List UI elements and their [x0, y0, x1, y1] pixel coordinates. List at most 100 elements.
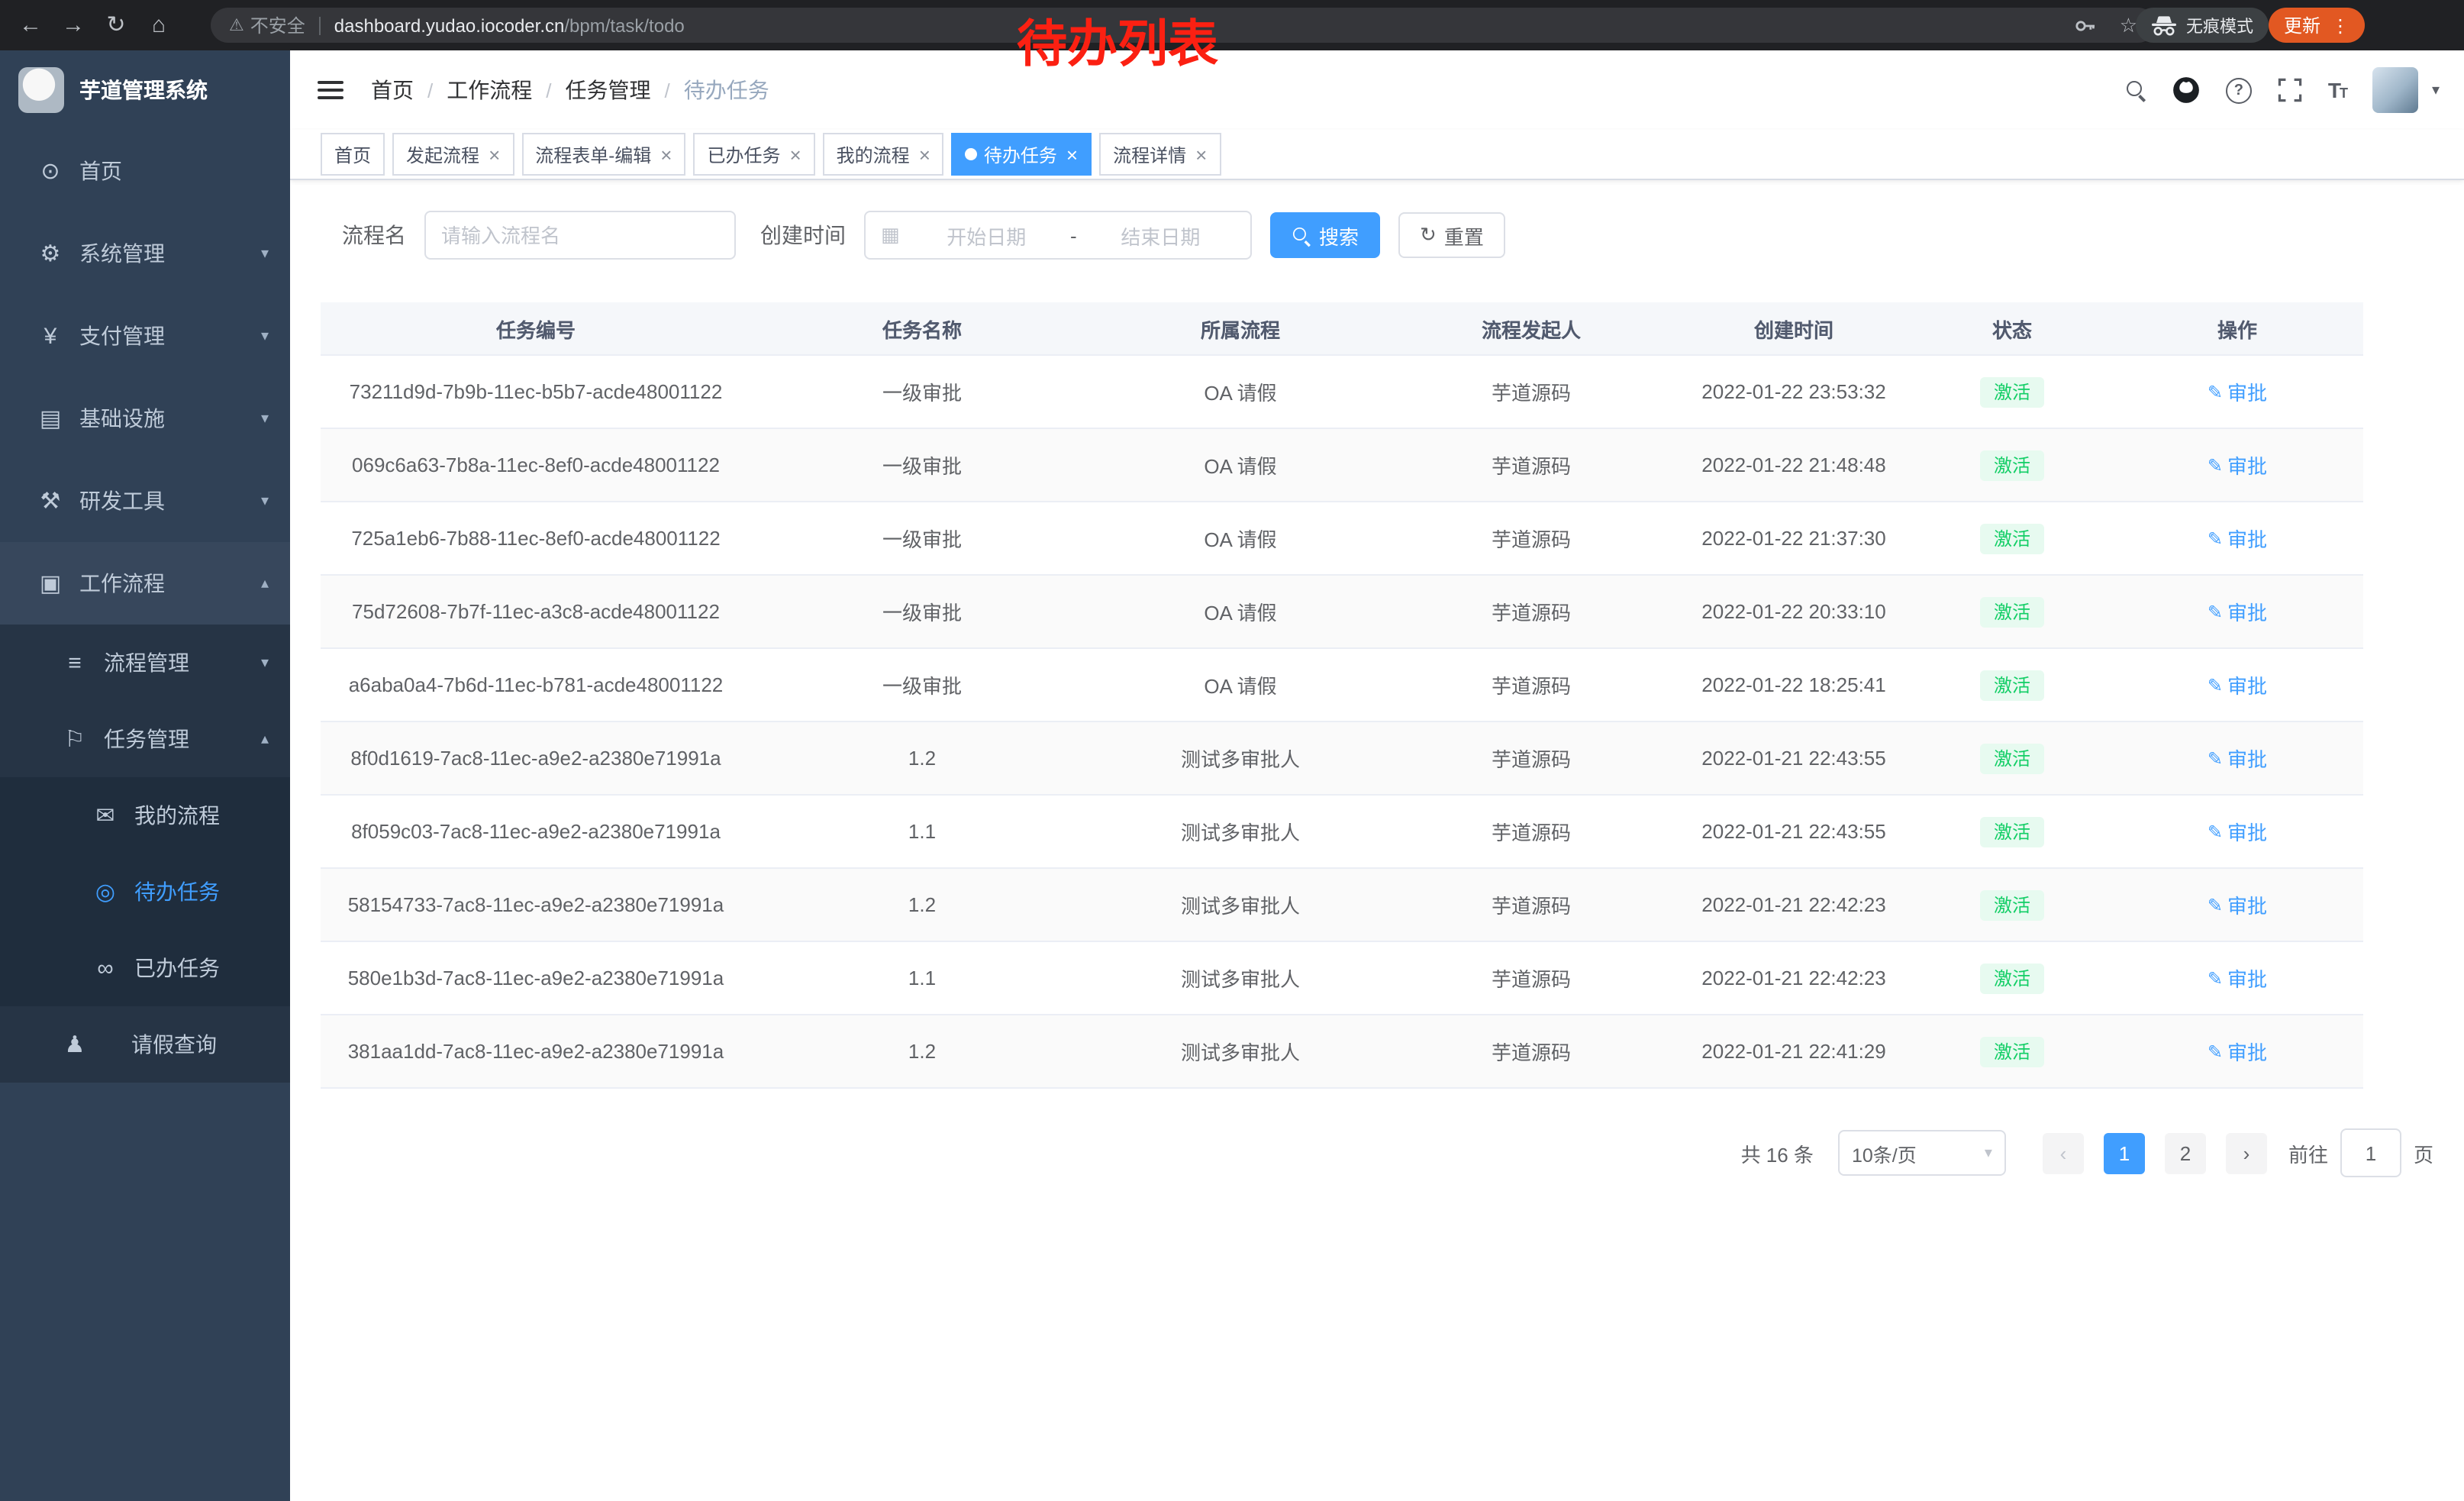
initiator-cell: 芋道源码 — [1388, 868, 1675, 941]
sidebar-item-devtools[interactable]: ⚒ 研发工具 ▾ — [0, 460, 290, 542]
date-range-picker[interactable]: ▦ 开始日期 - 结束日期 — [864, 211, 1252, 260]
created-cell: 2022-01-22 21:37:30 — [1675, 502, 1913, 575]
browser-menu-icon[interactable]: ⋮ — [2331, 15, 2350, 36]
task-id-cell: 069c6a63-7b8a-11ec-8ef0-acde48001122 — [321, 428, 751, 502]
sidebar-item-task-mgmt[interactable]: ⚐ 任务管理 ▴ — [0, 701, 290, 777]
forward-button[interactable]: → — [52, 0, 95, 50]
breadcrumb-home[interactable]: 首页 — [371, 75, 414, 105]
home-button[interactable]: ⌂ — [137, 0, 180, 50]
col-process: 所属流程 — [1093, 302, 1388, 355]
initiator-cell: 芋道源码 — [1388, 502, 1675, 575]
workflow-icon: ▣ — [34, 570, 67, 597]
sidebar-item-process-mgmt[interactable]: ≡ 流程管理 ▾ — [0, 625, 290, 701]
help-icon[interactable]: ? — [2226, 77, 2252, 103]
sidebar-item-my-process[interactable]: ✉ 我的流程 — [0, 777, 290, 854]
close-icon[interactable]: × — [919, 144, 930, 164]
close-icon[interactable]: × — [489, 144, 500, 164]
github-icon[interactable] — [2172, 76, 2200, 104]
col-initiator: 流程发起人 — [1388, 302, 1675, 355]
prev-page-button[interactable]: ‹ — [2043, 1132, 2084, 1173]
page-size-select[interactable]: 10条/页 ▾ — [1838, 1130, 2006, 1176]
chevron-down-icon[interactable]: ▾ — [2432, 82, 2440, 98]
fullscreen-icon[interactable] — [2278, 78, 2302, 102]
created-cell: 2022-01-21 22:42:23 — [1675, 868, 1913, 941]
sidebar-item-infra[interactable]: ▤ 基础设施 ▾ — [0, 377, 290, 460]
font-size-icon[interactable]: TT — [2328, 78, 2346, 102]
pagination: 共 16 条 10条/页 ▾ ‹ 1 2 › 前往 页 — [321, 1128, 2433, 1177]
search-button[interactable]: 搜索 — [1270, 212, 1380, 258]
close-icon[interactable]: × — [660, 144, 672, 164]
action-cell: ✎审批 — [2111, 355, 2363, 428]
created-cell: 2022-01-22 21:48:48 — [1675, 428, 1913, 502]
approve-link[interactable]: ✎审批 — [2208, 890, 2267, 919]
user-avatar[interactable] — [2372, 67, 2418, 113]
sidebar-item-todo-tasks[interactable]: ◎ 待办任务 — [0, 854, 290, 930]
close-icon[interactable]: × — [1195, 144, 1207, 164]
task-id-cell: a6aba0a4-7b6d-11ec-b781-acde48001122 — [321, 648, 751, 721]
reset-button[interactable]: ↻ 重置 — [1398, 212, 1505, 258]
edit-icon: ✎ — [2208, 747, 2223, 769]
tab-form-edit[interactable]: 流程表单-编辑 × — [521, 133, 685, 176]
back-button[interactable]: ← — [9, 0, 52, 50]
approve-link[interactable]: ✎审批 — [2208, 670, 2267, 699]
close-icon[interactable]: × — [789, 144, 801, 164]
tab-done-tasks[interactable]: 已办任务 × — [693, 133, 814, 176]
breadcrumb-task-mgmt[interactable]: 任务管理 — [566, 75, 651, 105]
process-cell: 测试多审批人 — [1093, 1015, 1388, 1088]
approve-link[interactable]: ✎审批 — [2208, 1037, 2267, 1066]
breadcrumb-workflow[interactable]: 工作流程 — [447, 75, 532, 105]
tab-home[interactable]: 首页 — [321, 133, 385, 176]
tab-my-process[interactable]: 我的流程 × — [823, 133, 944, 176]
initiator-cell: 芋道源码 — [1388, 428, 1675, 502]
sidebar-toggle-icon[interactable] — [318, 81, 343, 99]
refresh-icon: ↻ — [1420, 223, 1437, 247]
warning-icon: ⚠ — [229, 15, 244, 35]
initiator-cell: 芋道源码 — [1388, 941, 1675, 1015]
active-dot — [966, 148, 978, 160]
status-cell: 激活 — [1913, 502, 2111, 575]
key-icon[interactable] — [2074, 13, 2098, 37]
app-header: 首页 / 工作流程 / 任务管理 / 待办任务 ? TT ▾ — [290, 50, 2464, 131]
action-cell: ✎审批 — [2111, 941, 2363, 1015]
sidebar-item-leave-query[interactable]: ♟ 请假查询 — [0, 1006, 290, 1083]
url-path: /bpm/task/todo — [564, 15, 684, 36]
approve-link[interactable]: ✎审批 — [2208, 524, 2267, 553]
process-name-input[interactable] — [424, 211, 736, 260]
task-name-cell: 一级审批 — [751, 648, 1093, 721]
sidebar-item-workflow[interactable]: ▣ 工作流程 ▴ — [0, 542, 290, 625]
sidebar-item-payment[interactable]: ¥ 支付管理 ▾ — [0, 295, 290, 377]
task-name-cell: 1.1 — [751, 941, 1093, 1015]
page-button-2[interactable]: 2 — [2165, 1132, 2206, 1173]
table-row: a6aba0a4-7b6d-11ec-b781-acde48001122 一级审… — [321, 648, 2363, 721]
process-name-label: 流程名 — [342, 220, 406, 250]
sidebar-item-home[interactable]: ⊙ 首页 — [0, 130, 290, 212]
search-icon[interactable] — [2127, 80, 2146, 100]
process-cell: 测试多审批人 — [1093, 721, 1388, 795]
approve-link[interactable]: ✎审批 — [2208, 597, 2267, 626]
page-button-1[interactable]: 1 — [2104, 1132, 2145, 1173]
next-page-button[interactable]: › — [2226, 1132, 2267, 1173]
approve-link[interactable]: ✎审批 — [2208, 817, 2267, 846]
approve-link[interactable]: ✎审批 — [2208, 964, 2267, 993]
initiator-cell: 芋道源码 — [1388, 355, 1675, 428]
goto-label: 前往 — [2288, 1138, 2328, 1167]
approve-link[interactable]: ✎审批 — [2208, 744, 2267, 773]
approve-link[interactable]: ✎审批 — [2208, 450, 2267, 479]
infrastructure-icon: ▤ — [34, 405, 67, 432]
approve-link[interactable]: ✎审批 — [2208, 377, 2267, 406]
reload-button[interactable]: ↻ — [95, 0, 137, 50]
tab-todo-tasks[interactable]: 待办任务 × — [952, 133, 1092, 176]
tab-process-detail[interactable]: 流程详情 × — [1099, 133, 1221, 176]
tags-view-bar: 首页 发起流程 × 流程表单-编辑 × 已办任务 × 我的流程 × 待办任务 ×… — [290, 130, 2464, 180]
sidebar-item-done-tasks[interactable]: ∞ 已办任务 — [0, 930, 290, 1006]
update-button[interactable]: 更新 ⋮ — [2269, 8, 2365, 43]
close-icon[interactable]: × — [1066, 144, 1078, 164]
tab-start-process[interactable]: 发起流程 × — [392, 133, 514, 176]
goto-page-input[interactable] — [2340, 1128, 2401, 1177]
sidebar-item-system[interactable]: ⚙ 系统管理 ▾ — [0, 212, 290, 295]
bookmark-star-icon[interactable]: ☆ — [2120, 13, 2137, 37]
process-cell: 测试多审批人 — [1093, 795, 1388, 868]
initiator-cell: 芋道源码 — [1388, 721, 1675, 795]
process-cell: 测试多审批人 — [1093, 941, 1388, 1015]
task-name-cell: 1.2 — [751, 721, 1093, 795]
